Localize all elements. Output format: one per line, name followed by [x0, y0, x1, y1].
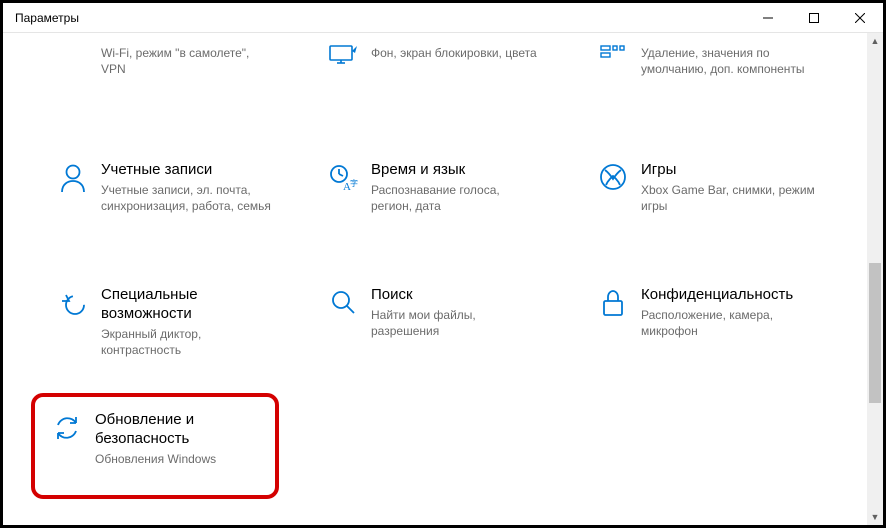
time-language-icon: A字	[325, 161, 361, 193]
tile-search[interactable]: Поиск Найти мои файлы, разрешения	[313, 278, 553, 347]
settings-grid: Wi-Fi, режим "в самолете", VPN Фон, экра…	[3, 33, 867, 525]
tile-title: Учетные записи	[101, 161, 271, 180]
scroll-up-icon[interactable]: ▲	[867, 33, 883, 49]
svg-text:字: 字	[350, 178, 358, 188]
tile-title: Время и язык	[371, 161, 541, 180]
tile-title: Поиск	[371, 286, 541, 305]
tile-desc: Учетные записи, эл. почта, синхронизация…	[101, 182, 271, 214]
minimize-button[interactable]	[745, 3, 791, 33]
tile-title: Игры	[641, 161, 821, 180]
tile-desc: Найти мои файлы, разрешения	[371, 307, 541, 339]
globe-icon	[55, 43, 91, 45]
apps-icon	[595, 43, 631, 63]
vertical-scrollbar[interactable]: ▲ ▼	[867, 33, 883, 525]
close-icon	[855, 13, 865, 23]
tile-desc: Экранный диктор, контрастность	[101, 326, 271, 358]
monitor-brush-icon	[325, 43, 361, 65]
tile-privacy[interactable]: Конфиденциальность Расположение, камера,…	[583, 278, 833, 347]
maximize-button[interactable]	[791, 3, 837, 33]
window-title: Параметры	[3, 11, 745, 25]
xbox-icon	[595, 161, 631, 191]
tile-accounts[interactable]: Учетные записи Учетные записи, эл. почта…	[43, 153, 283, 222]
sync-icon	[49, 411, 85, 443]
tile-network[interactable]: Wi-Fi, режим "в самолете", VPN	[43, 35, 283, 85]
maximize-icon	[809, 13, 819, 23]
content-area: Wi-Fi, режим "в самолете", VPN Фон, экра…	[3, 33, 883, 525]
tile-title: Специальные возможности	[101, 286, 271, 324]
tile-desc: Расположение, камера, микрофон	[641, 307, 821, 339]
scroll-thumb[interactable]	[869, 263, 881, 403]
tile-desc: Фон, экран блокировки, цвета	[371, 45, 541, 61]
tile-apps[interactable]: Удаление, значения по умолчанию, доп. ко…	[583, 35, 833, 85]
tile-ease-of-access[interactable]: Специальные возможности Экранный диктор,…	[43, 278, 283, 366]
titlebar: Параметры	[3, 3, 883, 33]
tile-desc: Удаление, значения по умолчанию, доп. ко…	[641, 45, 821, 77]
tile-title: Обновление и безопасность	[95, 411, 261, 449]
tile-desc: Wi-Fi, режим "в самолете", VPN	[101, 45, 271, 77]
scroll-down-icon[interactable]: ▼	[867, 509, 883, 525]
tile-personalization[interactable]: Фон, экран блокировки, цвета	[313, 35, 553, 73]
search-icon	[325, 286, 361, 316]
tile-update-security[interactable]: Обновление и безопасность Обновления Win…	[31, 393, 279, 499]
tile-time-language[interactable]: A字 Время и язык Распознавание голоса, ре…	[313, 153, 553, 222]
tile-desc: Обновления Windows	[95, 451, 261, 467]
minimize-icon	[763, 13, 773, 23]
person-icon	[55, 161, 91, 193]
ease-of-access-icon	[55, 286, 91, 318]
tile-title: Конфиденциальность	[641, 286, 821, 305]
close-button[interactable]	[837, 3, 883, 33]
tile-desc: Распознавание голоса, регион, дата	[371, 182, 541, 214]
tile-desc: Xbox Game Bar, снимки, режим игры	[641, 182, 821, 214]
tile-gaming[interactable]: Игры Xbox Game Bar, снимки, режим игры	[583, 153, 833, 222]
lock-icon	[595, 286, 631, 318]
